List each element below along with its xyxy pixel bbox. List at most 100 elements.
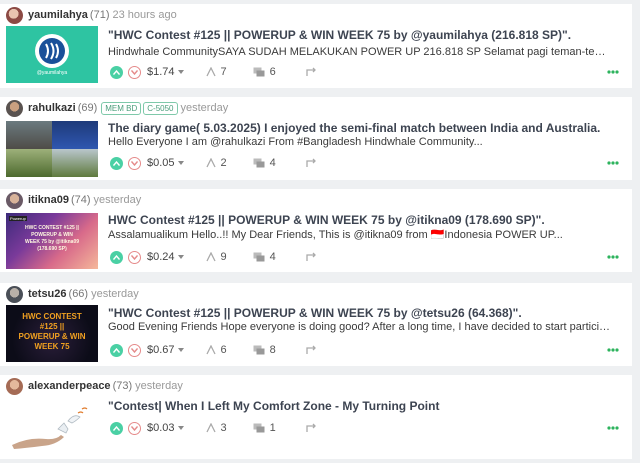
vote-count[interactable]: 2	[205, 157, 227, 169]
vote-count[interactable]: 6	[205, 344, 227, 356]
post-card[interactable]: rahulkazi (69) MEM BD C-5050 yesterday T…	[0, 97, 632, 180]
post-thumbnail[interactable]: Powerup HWC CONTEST #125 || POWERUP & WI…	[6, 213, 98, 269]
chevron-up-icon	[113, 160, 120, 166]
post-thumbnail[interactable]: @yaumilahya	[6, 26, 98, 83]
post-excerpt[interactable]: Assalamualikum Hello..!! My Dear Friends…	[108, 228, 612, 241]
payout-value[interactable]: $0.05	[147, 157, 175, 169]
post-title[interactable]: "HWC Contest #125 || POWERUP & WIN WEEK …	[108, 306, 620, 320]
comment-icon	[253, 252, 265, 262]
resteem-button[interactable]	[306, 423, 318, 433]
more-dots-icon[interactable]	[606, 253, 620, 261]
community-tag[interactable]: MEM BD	[101, 101, 142, 115]
post-thumbnail[interactable]	[6, 399, 98, 455]
post-header: alexanderpeace (73) yesterday	[6, 375, 183, 397]
comment-count[interactable]: 4	[253, 157, 276, 169]
thumbnail-line: (178.690 SP)	[37, 246, 67, 252]
post-header: itikna09 (74) yesterday	[6, 189, 141, 211]
comment-count[interactable]: 4	[253, 251, 276, 263]
thumbnail-line: POWERUP & WIN	[18, 332, 86, 341]
post-card[interactable]: alexanderpeace (73) yesterday "Contest| …	[0, 375, 632, 459]
post-card[interactable]: yaumilahya (71) 23 hours ago @yaumilahya…	[0, 4, 632, 88]
community-tag[interactable]: C-5050	[143, 101, 178, 115]
post-time[interactable]: yesterday	[94, 194, 142, 206]
thumbnail-line: HWC CONTEST	[22, 312, 82, 321]
resteem-button[interactable]	[306, 345, 318, 355]
more-dots-icon[interactable]	[606, 159, 620, 167]
upvote-button[interactable]	[110, 65, 123, 79]
post-time[interactable]: 23 hours ago	[112, 9, 176, 21]
post-thumbnail[interactable]	[6, 121, 98, 177]
vote-count[interactable]: 9	[205, 251, 227, 263]
resteem-button[interactable]	[306, 252, 318, 262]
payout-dropdown-caret[interactable]	[177, 255, 184, 259]
payout-dropdown-caret[interactable]	[177, 426, 184, 430]
payout-value[interactable]: $0.03	[147, 422, 175, 434]
author-name[interactable]: rahulkazi	[28, 102, 76, 114]
post-title[interactable]: "HWC Contest #125 || POWERUP & WIN WEEK …	[108, 28, 620, 42]
more-dots-icon[interactable]	[606, 346, 620, 354]
payout-dropdown-caret[interactable]	[177, 161, 184, 165]
post-time[interactable]: yesterday	[91, 288, 139, 300]
thumbnail-photo-br	[52, 149, 98, 177]
author-name[interactable]: itikna09	[28, 194, 69, 206]
post-card[interactable]: tetsu26 (66) yesterday HWC CONTEST #125 …	[0, 283, 632, 366]
avatar[interactable]	[6, 377, 23, 395]
downvote-button[interactable]	[128, 250, 141, 264]
comment-count-value: 1	[269, 422, 276, 434]
avatar[interactable]	[6, 285, 23, 303]
avatar[interactable]	[6, 99, 23, 117]
chevron-down-icon	[131, 254, 138, 260]
post-title[interactable]: "Contest| When I Left My Comfort Zone - …	[108, 399, 620, 413]
author-name[interactable]: tetsu26	[28, 288, 67, 300]
thumbs-up-icon	[205, 423, 216, 433]
author-name[interactable]: alexanderpeace	[28, 380, 111, 392]
upvote-button[interactable]	[110, 421, 123, 435]
avatar[interactable]	[6, 6, 23, 24]
comment-icon	[253, 423, 265, 433]
post-title[interactable]: The diary game( 5.03.2025) I enjoyed the…	[108, 121, 620, 135]
post-time[interactable]: yesterday	[181, 102, 229, 114]
payout-dropdown-caret[interactable]	[177, 348, 184, 352]
post-excerpt[interactable]: Hindwhale CommunitySAYA SUDAH MELAKUKAN …	[108, 46, 612, 58]
comment-count[interactable]: 1	[253, 422, 276, 434]
comment-icon	[253, 345, 265, 355]
post-footer: $1.74 7 6	[110, 64, 318, 80]
resteem-button[interactable]	[306, 158, 318, 168]
vote-count[interactable]: 7	[205, 66, 227, 78]
payout-value[interactable]: $0.24	[147, 251, 175, 263]
thumbs-up-icon	[205, 345, 216, 355]
vote-count-value: 9	[220, 251, 227, 263]
thumbs-up-icon	[205, 158, 216, 168]
downvote-button[interactable]	[128, 343, 141, 357]
thumbnail-text: HWC CONTEST #125 || POWERUP & WIN WEEK 7…	[12, 225, 92, 253]
upvote-button[interactable]	[110, 343, 123, 357]
post-footer: $0.24 9 4	[110, 249, 318, 265]
downvote-button[interactable]	[128, 156, 141, 170]
avatar[interactable]	[6, 191, 23, 209]
post-excerpt[interactable]: Good Evening Friends Hope everyone is do…	[108, 321, 612, 333]
comment-count[interactable]: 8	[253, 344, 276, 356]
comment-count-value: 8	[269, 344, 276, 356]
resteem-button[interactable]	[306, 67, 318, 77]
comment-count[interactable]: 6	[253, 66, 276, 78]
upvote-button[interactable]	[110, 156, 123, 170]
post-footer: $0.67 6 8	[110, 342, 318, 358]
post-excerpt[interactable]: Hello Everyone I am @rahulkazi From #Ban…	[108, 136, 612, 148]
vote-count[interactable]: 3	[205, 422, 227, 434]
post-thumbnail[interactable]: HWC CONTEST #125 || POWERUP & WIN WEEK 7…	[6, 305, 98, 362]
thumbnail-line: WEEK 75	[34, 342, 70, 351]
payout-value[interactable]: $1.74	[147, 66, 175, 78]
post-title[interactable]: HWC Contest #125 || POWERUP & WIN WEEK 7…	[108, 213, 620, 227]
post-card[interactable]: itikna09 (74) yesterday Powerup HWC CONT…	[0, 189, 632, 272]
upvote-button[interactable]	[110, 250, 123, 264]
author-name[interactable]: yaumilahya	[28, 9, 88, 21]
thumbnail-photo-tl	[6, 121, 52, 149]
payout-dropdown-caret[interactable]	[177, 70, 184, 74]
resteem-icon	[306, 158, 316, 167]
more-dots-icon[interactable]	[606, 424, 620, 432]
downvote-button[interactable]	[128, 421, 141, 435]
more-dots-icon[interactable]	[606, 68, 620, 76]
payout-value[interactable]: $0.67	[147, 344, 175, 356]
post-time[interactable]: yesterday	[135, 380, 183, 392]
downvote-button[interactable]	[128, 65, 141, 79]
